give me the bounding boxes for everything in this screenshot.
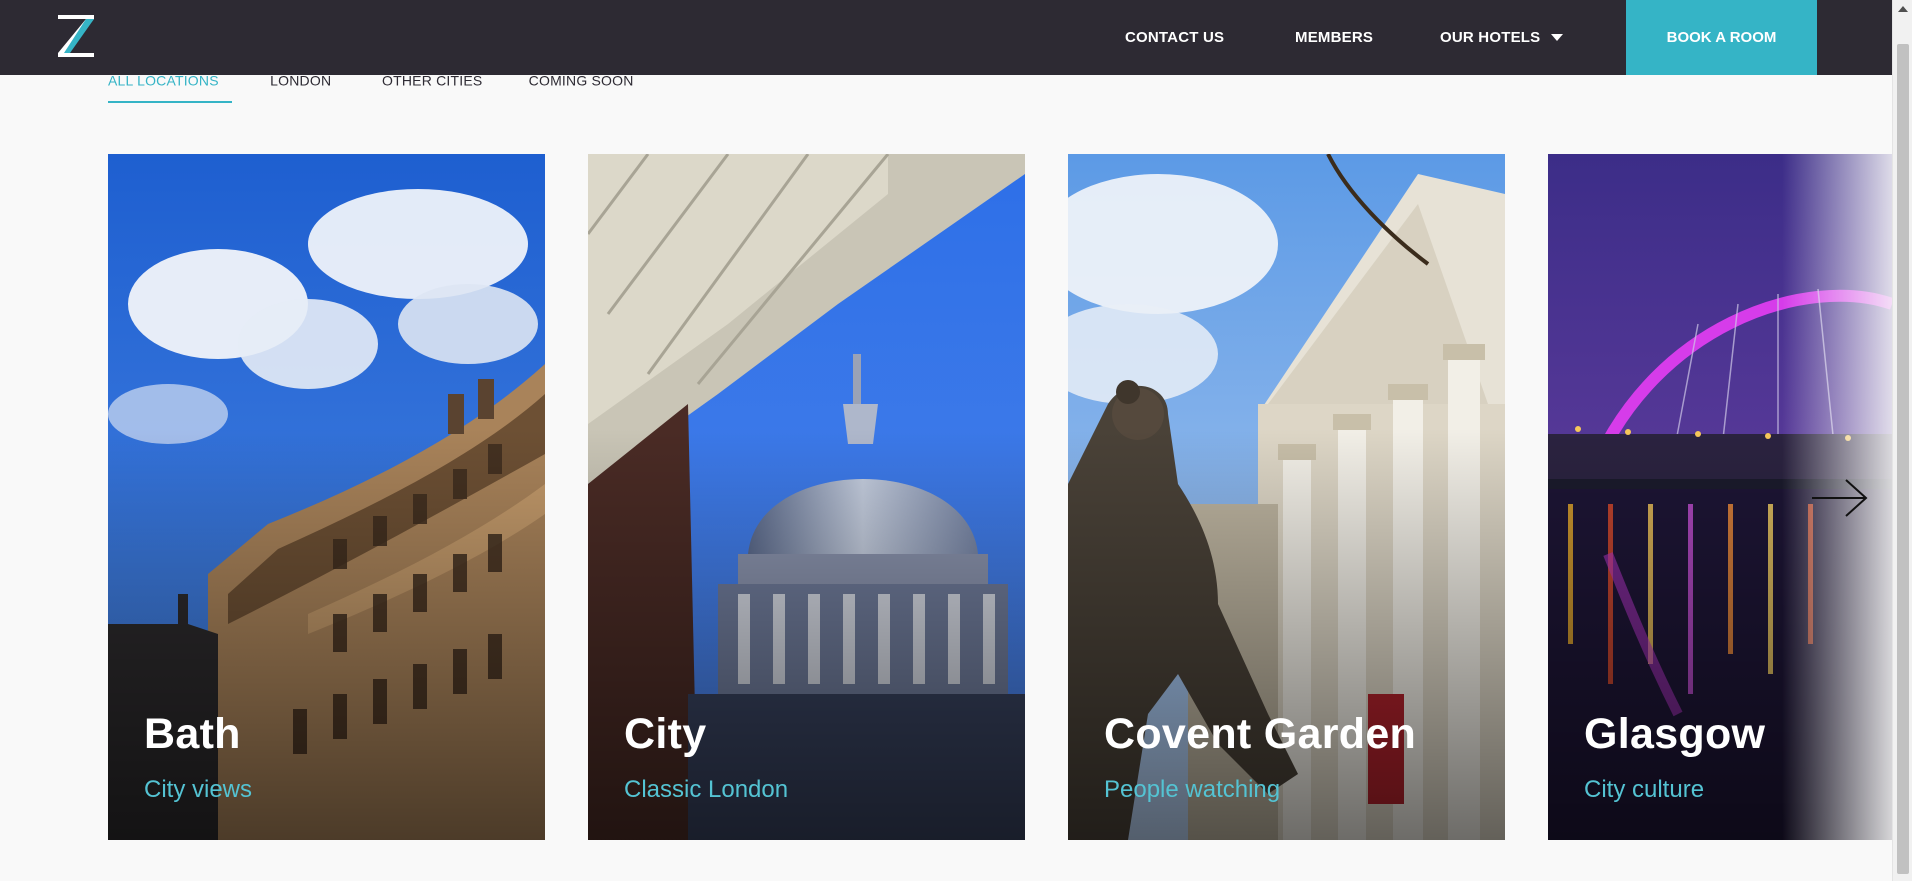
nav-our-hotels-dropdown[interactable]: OUR HOTELS — [1440, 0, 1564, 75]
location-card-city[interactable]: City Classic London — [588, 154, 1025, 840]
book-a-room-button[interactable]: BOOK A ROOM — [1626, 0, 1817, 75]
tab-coming-soon[interactable]: COMING SOON0 — [528, 66, 642, 103]
tab-other-cities[interactable]: OTHER CITIES3 — [382, 66, 491, 103]
card-title: City — [624, 710, 707, 758]
card-title: Bath — [144, 710, 241, 758]
top-navigation-bar: CONTACT US MEMBERS OUR HOTELS BOOK A ROO… — [0, 0, 1892, 75]
card-subtitle: Classic London — [624, 776, 789, 803]
location-card-bath[interactable]: Bath City views — [108, 154, 545, 840]
arrow-right-icon[interactable] — [1810, 478, 1870, 518]
nav-contact-us[interactable]: CONTACT US — [1125, 0, 1224, 75]
chevron-down-icon[interactable] — [1551, 34, 1564, 41]
tab-london[interactable]: LONDON11 — [270, 66, 344, 103]
scroll-up-arrow-icon[interactable] — [1898, 6, 1908, 12]
nav-our-hotels-label[interactable]: OUR HOTELS — [1440, 29, 1540, 46]
card-title: Covent Garden — [1104, 710, 1417, 758]
tab-all-locations[interactable]: ALL LOCATIONS14 — [108, 66, 233, 103]
z-logo-icon[interactable] — [56, 13, 96, 57]
tab-label: LONDON — [270, 72, 332, 89]
nav-members-label[interactable]: MEMBERS — [1295, 29, 1373, 46]
page-scrollbar[interactable] — [1892, 0, 1912, 881]
scroll-thumb[interactable] — [1897, 44, 1909, 874]
location-card-covent-garden[interactable]: Covent Garden People watching — [1068, 154, 1505, 840]
card-subtitle: People watching — [1104, 776, 1281, 803]
card-subtitle: City views — [144, 776, 253, 803]
tab-label: OTHER CITIES — [382, 72, 483, 89]
nav-members[interactable]: MEMBERS — [1295, 0, 1373, 75]
tab-label: ALL LOCATIONS — [108, 72, 219, 89]
location-filter-tabs: ALL LOCATIONS14 LONDON11 OTHER CITIES3 C… — [108, 66, 680, 103]
tab-label: COMING SOON — [528, 72, 634, 89]
card-subtitle: City culture — [1584, 776, 1705, 803]
nav-contact-us-label[interactable]: CONTACT US — [1125, 29, 1224, 46]
card-title: Glasgow — [1584, 710, 1766, 758]
